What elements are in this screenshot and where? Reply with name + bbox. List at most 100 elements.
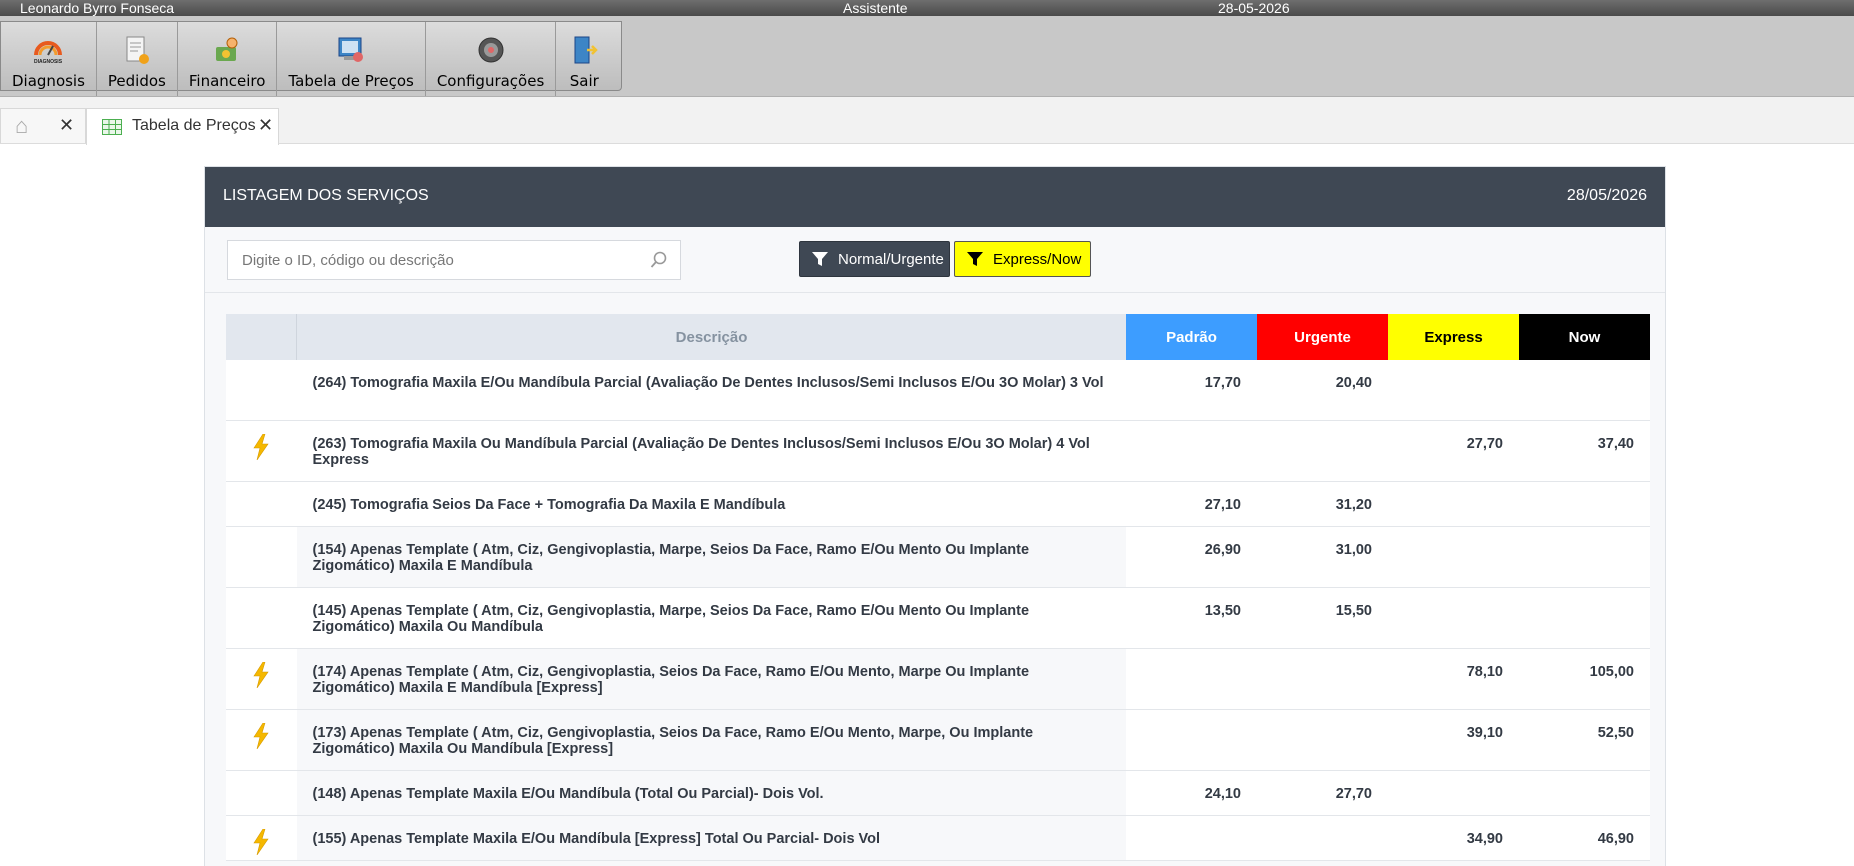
table-row[interactable]: (173) Apenas Template ( Atm, Ciz, Gengiv… — [226, 709, 1650, 771]
filter-icon — [812, 252, 828, 266]
close-icon[interactable]: ✕ — [59, 115, 74, 136]
table-row[interactable]: (174) Apenas Template ( Atm, Ciz, Gengiv… — [226, 648, 1650, 710]
table-row[interactable]: (264) Tomografia Maxila E/Ou Mandíbula P… — [226, 360, 1650, 421]
toolbar-pedidos-button[interactable]: Pedidos — [97, 22, 178, 96]
header-padrao: Padrão — [1126, 314, 1257, 360]
table-row[interactable]: (148) Apenas Template Maxila E/Ou Mandíb… — [226, 770, 1650, 816]
row-now — [1519, 526, 1650, 588]
row-urgente — [1257, 420, 1388, 482]
toolbar-diagnosis-button[interactable]: DIAGNOSIS Diagnosis — [1, 22, 97, 96]
row-padrao — [1126, 648, 1257, 710]
search-icon[interactable] — [650, 251, 668, 274]
table-row[interactable]: (245) Tomografia Seios Da Face + Tomogra… — [226, 481, 1650, 527]
row-express: 27,70 — [1388, 420, 1519, 482]
filter-label: Express/Now — [993, 250, 1082, 268]
header-urgente: Urgente — [1257, 314, 1388, 360]
row-padrao: 27,10 — [1126, 481, 1257, 527]
price-table-icon — [334, 33, 368, 67]
top-status-bar: Leonardo Byrro Fonseca Assistente 28-05-… — [0, 0, 1854, 16]
row-express — [1388, 526, 1519, 588]
close-icon[interactable]: ✕ — [258, 115, 273, 136]
user-role: Assistente — [843, 0, 908, 16]
toolbar-tabela-precos-button[interactable]: Tabela de Preços — [277, 22, 426, 96]
price-table-wrap: Descrição Padrão Urgente Express Now (26… — [226, 314, 1650, 861]
tab-tabela-precos[interactable]: Tabela de Preços ✕ — [86, 108, 279, 145]
lightning-icon — [252, 433, 270, 464]
filter-bar: Normal/Urgente Express/Now — [205, 227, 1665, 293]
diagnosis-logo-icon: DIAGNOSIS — [31, 33, 65, 67]
row-urgente — [1257, 709, 1388, 771]
row-padrao — [1126, 709, 1257, 771]
row-urgente — [1257, 815, 1388, 861]
tab-label: Tabela de Preços — [132, 117, 256, 134]
orders-icon — [120, 33, 154, 67]
toolbar-configuracoes-button[interactable]: Configurações — [426, 22, 557, 96]
row-icon-cell — [226, 709, 297, 771]
row-express: 78,10 — [1388, 648, 1519, 710]
panel-date: 28/05/2026 — [1566, 187, 1647, 204]
row-description: (264) Tomografia Maxila E/Ou Mandíbula P… — [296, 360, 1126, 421]
panel-header: LISTAGEM DOS SERVIÇOS 28/05/2026 — [205, 167, 1665, 227]
row-urgente: 15,50 — [1257, 587, 1388, 649]
row-description: (155) Apenas Template Maxila E/Ou Mandíb… — [296, 815, 1126, 861]
row-now: 52,50 — [1519, 709, 1650, 771]
row-padrao: 13,50 — [1126, 587, 1257, 649]
row-padrao — [1126, 420, 1257, 482]
row-now: 46,90 — [1519, 815, 1650, 861]
row-padrao: 24,10 — [1126, 770, 1257, 816]
row-icon-cell — [226, 420, 297, 482]
row-padrao — [1126, 815, 1257, 861]
toolbar-sair-button[interactable]: Sair — [556, 22, 621, 96]
table-row[interactable]: (154) Apenas Template ( Atm, Ciz, Gengiv… — [226, 526, 1650, 588]
row-urgente: 20,40 — [1257, 360, 1388, 421]
toolbar-label: Diagnosis — [12, 72, 85, 90]
row-urgente — [1257, 648, 1388, 710]
panel-title: LISTAGEM DOS SERVIÇOS — [223, 187, 429, 204]
header-icon-col — [226, 314, 297, 360]
row-urgente: 31,00 — [1257, 526, 1388, 588]
tab-home[interactable]: ⌂ ✕ — [0, 108, 86, 143]
row-description: (174) Apenas Template ( Atm, Ciz, Gengiv… — [296, 648, 1126, 710]
row-description: (145) Apenas Template ( Atm, Ciz, Gengiv… — [296, 587, 1126, 649]
row-now: 37,40 — [1519, 420, 1650, 482]
tab-strip: ⌂ ✕ Tabela de Preços ✕ — [0, 97, 1854, 145]
row-description: (173) Apenas Template ( Atm, Ciz, Gengiv… — [296, 709, 1126, 771]
row-now — [1519, 481, 1650, 527]
table-row[interactable]: (155) Apenas Template Maxila E/Ou Mandíb… — [226, 815, 1650, 861]
row-description: (148) Apenas Template Maxila E/Ou Mandíb… — [296, 770, 1126, 816]
header-express: Express — [1388, 314, 1519, 360]
toolbar-label: Configurações — [436, 72, 545, 90]
home-icon[interactable]: ⌂ — [15, 113, 28, 139]
header-descricao: Descrição — [296, 314, 1126, 360]
main-toolbar: DIAGNOSIS Diagnosis Pedidos Financeiro T… — [0, 21, 623, 96]
toolbar-financeiro-button[interactable]: Financeiro — [178, 22, 278, 96]
filter-normal-urgente-button[interactable]: Normal/Urgente — [799, 241, 950, 277]
row-icon-cell — [226, 481, 297, 527]
row-description: (263) Tomografia Maxila Ou Mandíbula Par… — [296, 420, 1126, 482]
toolbar-label: Financeiro — [188, 72, 266, 90]
exit-icon — [567, 33, 601, 67]
settings-icon — [474, 33, 508, 67]
row-padrao: 26,90 — [1126, 526, 1257, 588]
row-express — [1388, 770, 1519, 816]
row-icon-cell — [226, 770, 297, 816]
table-row[interactable]: (145) Apenas Template ( Atm, Ciz, Gengiv… — [226, 587, 1650, 649]
user-name: Leonardo Byrro Fonseca — [20, 0, 175, 16]
search-box — [227, 240, 681, 280]
price-table: Descrição Padrão Urgente Express Now (26… — [226, 314, 1650, 861]
row-express: 34,90 — [1388, 815, 1519, 861]
row-icon-cell — [226, 648, 297, 710]
finance-icon — [210, 33, 244, 67]
table-header-row: Descrição Padrão Urgente Express Now — [226, 314, 1650, 360]
row-icon-cell — [226, 587, 297, 649]
toolbar-label: Sair — [569, 72, 599, 90]
search-input[interactable] — [228, 241, 642, 279]
filter-express-now-button[interactable]: Express/Now — [954, 241, 1091, 277]
table-row[interactable]: (263) Tomografia Maxila Ou Mandíbula Par… — [226, 420, 1650, 482]
lightning-icon — [252, 661, 270, 692]
row-description: (154) Apenas Template ( Atm, Ciz, Gengiv… — [296, 526, 1126, 588]
toolbar-label: Pedidos — [107, 72, 166, 90]
toolbar-area: DIAGNOSIS Diagnosis Pedidos Financeiro T… — [0, 16, 1854, 97]
row-now: 105,00 — [1519, 648, 1650, 710]
row-icon-cell — [226, 360, 297, 421]
